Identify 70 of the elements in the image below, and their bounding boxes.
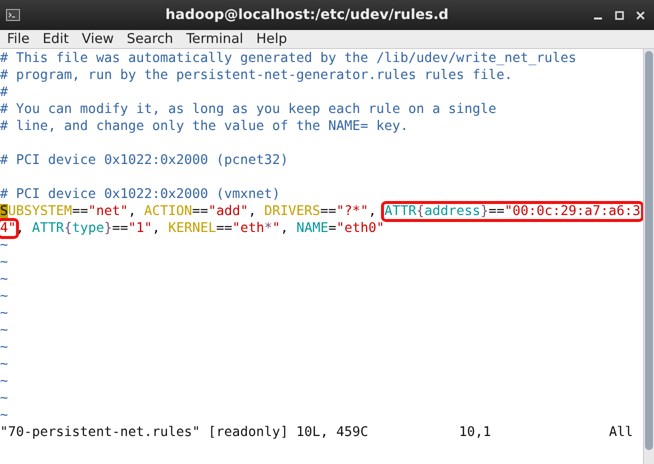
cursor-position: 10,1	[459, 424, 492, 441]
empty-line-marker: ~	[0, 238, 8, 253]
menu-item[interactable]: View	[78, 31, 120, 47]
text-cursor: S	[0, 204, 8, 219]
code-symbol: }	[480, 204, 488, 219]
code-symbol: {	[416, 204, 424, 219]
window-title: hadoop@localhost:/etc/udev/rules.d	[164, 7, 450, 23]
code-comment: # line, and change only the value of the NAME= key.	[0, 119, 408, 134]
empty-line-marker: ~	[0, 357, 8, 372]
empty-line-marker: ~	[0, 289, 8, 304]
code-text: ,	[128, 204, 138, 219]
code-string: 4"	[0, 221, 16, 236]
code-text: ,	[248, 204, 258, 219]
code-text: ==	[72, 204, 88, 219]
code-text: ,	[152, 221, 162, 236]
empty-line-marker: ~	[0, 306, 8, 321]
code-string: "eth	[232, 221, 264, 236]
empty-line-marker: ~	[0, 255, 8, 270]
code-attribute: ATTR	[384, 204, 416, 219]
scrollbar[interactable]	[643, 49, 654, 464]
code-keyword: UBSYSTEM	[8, 204, 72, 219]
code-attribute: ATTR	[32, 221, 64, 236]
code-string: "	[272, 221, 280, 236]
empty-line-marker: ~	[0, 323, 8, 338]
code-comment: # program, run by the persistent-net-generator.rules rules file.	[0, 68, 512, 83]
code-attribute: NAME	[296, 221, 328, 236]
code-text: ==	[112, 221, 128, 236]
code-symbol: *	[264, 221, 272, 236]
code-keyword: ACTION	[144, 204, 192, 219]
empty-line-marker: ~	[0, 272, 8, 287]
code-text: ==	[192, 204, 208, 219]
scroll-position: All	[609, 424, 634, 441]
code-symbol: {	[64, 221, 72, 236]
empty-line-marker: ~	[0, 374, 8, 389]
code-keyword: DRIVERS	[264, 204, 320, 219]
code-text: ,	[280, 221, 290, 236]
code-string: "00:0c:29:a7:a6:3	[504, 204, 641, 219]
code-symbol: }	[104, 221, 112, 236]
code-comment: # This file was automatically generated by the /lib/udev/write_net_rules	[0, 51, 576, 66]
code-text: ,	[368, 204, 378, 219]
code-attribute: type	[72, 221, 104, 236]
terminal-icon	[6, 9, 20, 21]
code-comment: #	[0, 85, 8, 100]
code-string: "eth0"	[336, 221, 384, 236]
menu-item[interactable]: Terminal	[183, 31, 250, 47]
code-string: "?*"	[336, 204, 368, 219]
code-comment: # PCI device 0x1022:0x2000 (vmxnet)	[0, 187, 280, 202]
empty-line-marker: ~	[0, 391, 8, 406]
empty-line-marker: ~	[0, 408, 8, 423]
scrollbar-thumb[interactable]	[645, 51, 653, 450]
code-string: "net"	[88, 204, 128, 219]
code-text: ==	[216, 221, 232, 236]
code-attribute: address	[424, 204, 480, 219]
code-comment: # You can modify it, as long as you keep each rule on a single	[0, 102, 496, 117]
menu-item[interactable]: Search	[124, 31, 180, 47]
code-text: =	[328, 221, 336, 236]
close-icon[interactable]	[636, 10, 645, 20]
menu-item[interactable]: Help	[253, 31, 294, 47]
menu-item[interactable]: Edit	[40, 31, 75, 47]
code-comment: # PCI device 0x1022:0x2000 (pcnet32)	[0, 153, 288, 168]
code-text: ==	[488, 204, 504, 219]
code-string: "add"	[208, 204, 248, 219]
code-string: "1"	[128, 221, 152, 236]
menu-item[interactable]: File	[4, 31, 36, 47]
status-message: "70-persistent-net.rules" [readonly] 10L, 459C	[0, 424, 368, 441]
empty-line-marker: ~	[0, 340, 8, 355]
code-text: ==	[320, 204, 336, 219]
code-text: ,	[16, 221, 26, 236]
maximize-icon[interactable]	[615, 10, 624, 20]
code-keyword: KERNEL	[168, 221, 216, 236]
